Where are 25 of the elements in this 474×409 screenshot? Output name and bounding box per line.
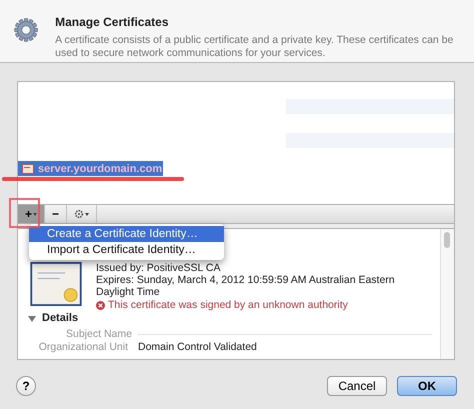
help-button[interactable]: ? <box>16 376 36 396</box>
dialog-title: Manage Certificates <box>55 15 170 29</box>
disclosure-triangle-icon <box>28 314 36 322</box>
ok-button[interactable]: OK <box>397 376 457 396</box>
menu-item[interactable]: Import a Certificate Identity… <box>29 242 224 258</box>
annotation-frame <box>9 198 40 228</box>
field-label: Organizational Unit <box>38 341 128 353</box>
error-icon <box>96 300 105 310</box>
warning-text: This certificate was signed by an unknown authority <box>108 299 348 311</box>
scrollbar[interactable] <box>440 229 454 359</box>
cancel-button[interactable]: Cancel <box>327 376 387 396</box>
add-button[interactable]: + <box>18 205 46 223</box>
expiry-text: Expires: Sunday, March 4, 2012 10:59:59 AM Australian Eastern Daylight Time <box>96 274 396 298</box>
remove-button[interactable]: − <box>45 205 68 223</box>
certificate-icon <box>28 262 84 306</box>
dialog-description: A certificate consists of a public certificate and a private key. These certificates can be used to secure network communications for your services. <box>55 34 454 60</box>
menu-item[interactable]: Create a Certificate Identity… <box>29 226 224 242</box>
certificate-icon <box>22 164 34 174</box>
section-heading: Subject Name <box>66 328 132 340</box>
caret-icon <box>33 212 38 216</box>
issuer-text: Issued by: PositiveSSL CA <box>96 262 222 274</box>
gear-icon <box>74 209 84 219</box>
details-disclosure[interactable]: Details <box>28 312 432 325</box>
field-value: Domain Control Validated <box>138 341 257 353</box>
caret-icon <box>85 212 90 216</box>
